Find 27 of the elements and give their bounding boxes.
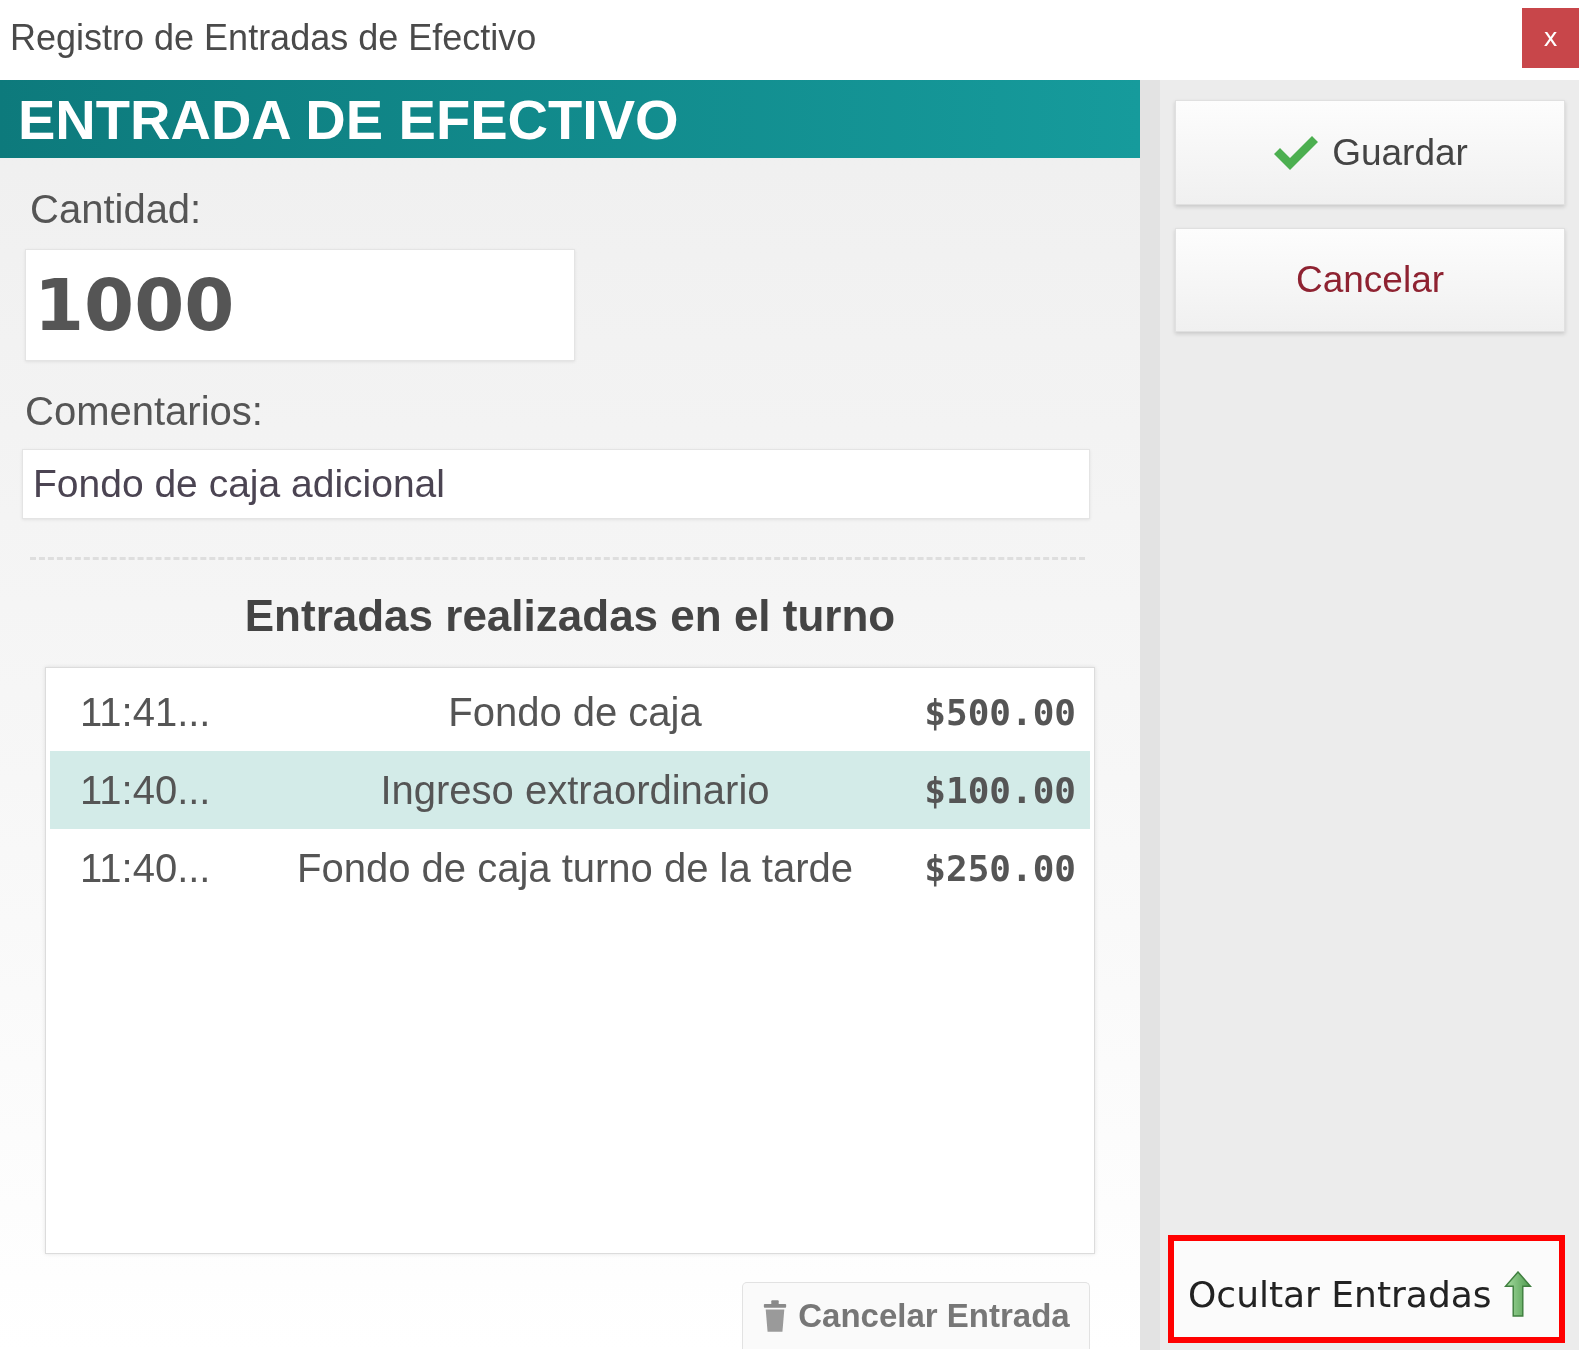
entry-row[interactable]: 11:40... Ingreso extraordinario $100.00 [50, 751, 1090, 829]
entry-amount: $100.00 [924, 769, 1077, 811]
form-header: ENTRADA DE EFECTIVO [0, 80, 1140, 158]
entry-time: 11:41... [79, 689, 212, 735]
trash-icon [762, 1300, 789, 1332]
entry-row[interactable]: 11:41... Fondo de caja $500.00 [50, 673, 1090, 751]
hide-entries-button[interactable]: Ocultar Entradas [1174, 1241, 1559, 1337]
amount-label: Cantidad: [30, 187, 202, 231]
comments-field[interactable]: Fondo de caja adicional [22, 449, 1090, 519]
entry-amount: $500.00 [924, 691, 1077, 733]
entry-amount: $250.00 [924, 847, 1077, 889]
up-arrow-icon [1503, 1271, 1532, 1317]
entry-description: Fondo de caja turno de la tarde [297, 845, 853, 891]
entry-time: 11:40... [79, 767, 212, 813]
entries-title: Entradas realizadas en el turno [243, 591, 897, 641]
amount-field[interactable]: 1000 [25, 249, 575, 361]
cancel-entry-button[interactable]: Cancelar Entrada [742, 1282, 1090, 1349]
window-title: Registro de Entradas de Efectivo [10, 17, 537, 59]
entry-time: 11:40... [79, 845, 212, 891]
save-button[interactable]: Guardar [1175, 100, 1565, 205]
comments-label: Comentarios: [25, 389, 263, 433]
entry-description: Fondo de caja [448, 689, 702, 735]
cancel-button[interactable]: Cancelar [1175, 228, 1565, 332]
close-button[interactable]: x [1522, 8, 1579, 68]
entry-description: Ingreso extraordinario [380, 767, 770, 813]
check-icon [1272, 133, 1321, 172]
entry-row[interactable]: 11:40... Fondo de caja turno de la tarde $250.00 [50, 829, 1090, 907]
